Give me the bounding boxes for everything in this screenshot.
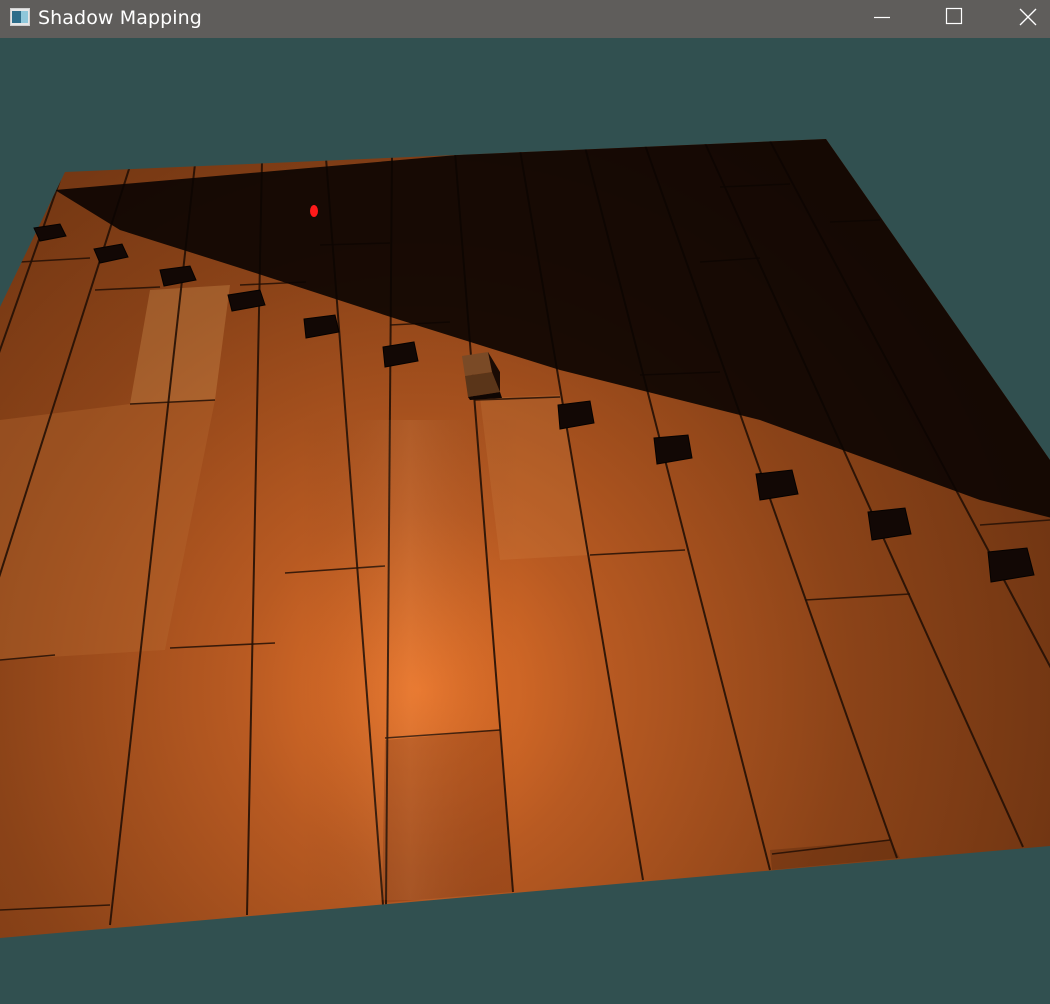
cube-shadow-11 xyxy=(867,507,912,541)
render-viewport[interactable] xyxy=(0,38,1050,1004)
close-button[interactable] xyxy=(992,0,1050,38)
title-bar[interactable]: Shadow Mapping xyxy=(0,0,1050,38)
maximize-button[interactable] xyxy=(924,0,984,38)
minimize-button[interactable] xyxy=(852,0,912,38)
window-title: Shadow Mapping xyxy=(38,7,202,29)
rendered-scene xyxy=(0,139,1050,938)
light-source xyxy=(310,205,318,217)
minimize-icon xyxy=(874,16,890,19)
close-icon xyxy=(1019,8,1037,26)
cube-shadow-10 xyxy=(755,469,799,501)
maximize-icon xyxy=(945,7,963,25)
app-window: Shadow Mapping xyxy=(0,0,1050,1004)
app-icon xyxy=(10,8,30,26)
